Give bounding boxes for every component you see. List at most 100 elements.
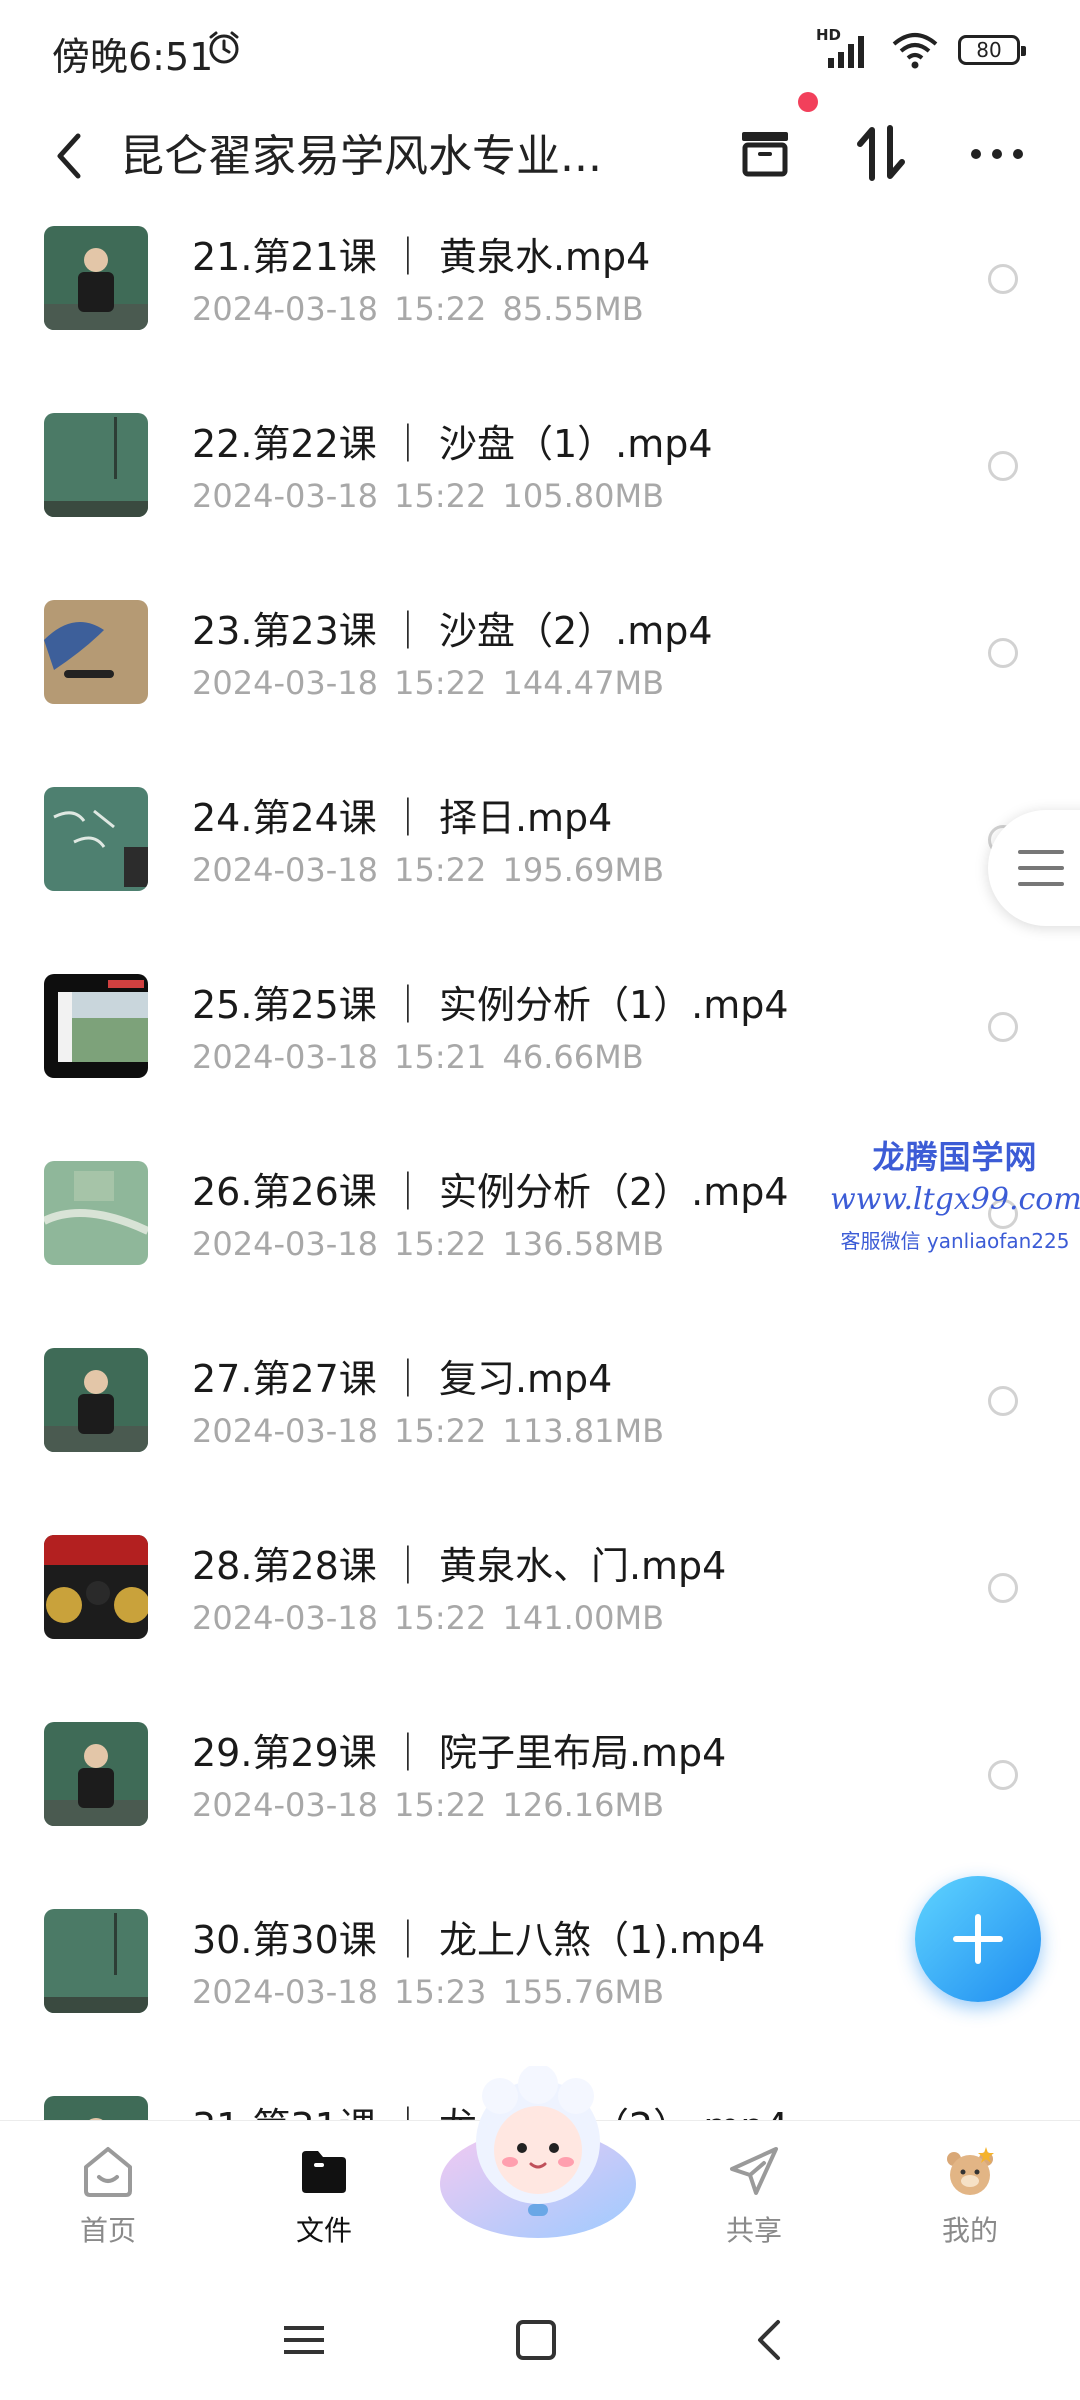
file-meta: 2024-03-18 15:22 126.16MB bbox=[192, 1786, 664, 1824]
file-row[interactable]: 28.第28课 ｜ 黄泉水、门.mp4 2024-03-18 15:22 141.… bbox=[0, 1527, 1080, 1714]
file-row[interactable]: 22.第22课 ｜ 沙盘（1）.mp4 2024-03-18 15:22 105.… bbox=[0, 405, 1080, 592]
select-radio[interactable] bbox=[988, 1573, 1018, 1603]
file-size: 113.81MB bbox=[502, 1412, 665, 1450]
file-name: 28.第28课 ｜ 黄泉水、门.mp4 bbox=[192, 1544, 727, 1588]
file-size: 85.55MB bbox=[502, 290, 644, 328]
video-thumbnail bbox=[44, 226, 148, 330]
back-icon[interactable] bbox=[44, 126, 94, 186]
watermark-contact: 客服微信 yanliaofan225 bbox=[840, 1229, 1070, 1253]
file-row[interactable]: 23.第23课 ｜ 沙盘（2）.mp4 2024-03-18 15:22 144.… bbox=[0, 592, 1080, 779]
file-size: 195.69MB bbox=[502, 851, 665, 889]
file-name: 21.第21课 ｜ 黄泉水.mp4 bbox=[192, 235, 651, 279]
tab-label: 首页 bbox=[79, 2214, 136, 2247]
select-radio[interactable] bbox=[988, 1012, 1018, 1042]
video-thumbnail bbox=[44, 1348, 148, 1452]
file-date: 2024-03-18 bbox=[192, 1973, 378, 2011]
file-size: 141.00MB bbox=[502, 1599, 665, 1637]
file-date: 2024-03-18 bbox=[192, 1786, 378, 1824]
file-size: 105.80MB bbox=[502, 477, 665, 515]
video-thumbnail bbox=[44, 2096, 148, 2120]
file-time: 15:21 bbox=[394, 1038, 487, 1076]
file-row[interactable]: 29.第29课 ｜ 院子里布局.mp4 2024-03-18 15:22 126.… bbox=[0, 1714, 1080, 1901]
watermark-url: www.ltgx99.com bbox=[830, 1182, 1080, 1217]
battery-level: 80 bbox=[976, 38, 1002, 62]
file-time: 15:23 bbox=[394, 1973, 487, 2011]
file-meta: 2024-03-18 15:22 144.47MB bbox=[192, 664, 664, 702]
file-row[interactable]: 21.第21课 ｜ 黄泉水.mp4 2024-03-18 15:22 85.55M… bbox=[0, 218, 1080, 405]
select-radio[interactable] bbox=[988, 1760, 1018, 1790]
select-radio[interactable] bbox=[988, 451, 1018, 481]
watermark: 龙腾国学网 www.ltgx99.com 客服微信 yanliaofan225 bbox=[830, 1132, 1080, 1254]
video-thumbnail bbox=[44, 787, 148, 891]
file-date: 2024-03-18 bbox=[192, 1038, 378, 1076]
file-size: 144.47MB bbox=[502, 664, 665, 702]
back-triangle-icon[interactable] bbox=[740, 2310, 800, 2370]
file-meta: 2024-03-18 15:22 105.80MB bbox=[192, 477, 664, 515]
file-name: 30.第30课 ｜ 龙上八煞（1).mp4 bbox=[192, 1918, 766, 1962]
file-meta: 2024-03-18 15:22 85.55MB bbox=[192, 290, 644, 328]
file-date: 2024-03-18 bbox=[192, 1599, 378, 1637]
tab-share[interactable]: 共享 bbox=[684, 2121, 824, 2261]
file-time: 15:22 bbox=[394, 1225, 487, 1263]
more-icon[interactable] bbox=[962, 118, 1032, 188]
file-name: 25.第25课 ｜ 实例分析（1）.mp4 bbox=[192, 983, 789, 1027]
file-time: 15:22 bbox=[394, 290, 487, 328]
menu-icon[interactable] bbox=[274, 2310, 334, 2370]
tab-files[interactable]: 文件 bbox=[254, 2121, 394, 2261]
file-time: 15:22 bbox=[394, 1599, 487, 1637]
file-size: 126.16MB bbox=[502, 1786, 665, 1824]
video-thumbnail bbox=[44, 1722, 148, 1826]
folder-icon bbox=[302, 2151, 346, 2193]
tab-home[interactable]: 首页 bbox=[38, 2121, 178, 2261]
notification-dot bbox=[798, 92, 818, 112]
file-date: 2024-03-18 bbox=[192, 664, 378, 702]
file-row[interactable]: 25.第25课 ｜ 实例分析（1）.mp4 2024-03-18 15:21 46… bbox=[0, 966, 1080, 1153]
file-meta: 2024-03-18 15:22 136.58MB bbox=[192, 1225, 664, 1263]
battery-icon: 80 bbox=[958, 35, 1026, 65]
file-time: 15:22 bbox=[394, 477, 487, 515]
file-size: 136.58MB bbox=[502, 1225, 665, 1263]
file-date: 2024-03-18 bbox=[192, 1225, 378, 1263]
add-button[interactable] bbox=[915, 1876, 1041, 2002]
mascot-icon[interactable] bbox=[436, 2066, 640, 2244]
video-thumbnail bbox=[44, 974, 148, 1078]
home-square-icon[interactable] bbox=[506, 2310, 566, 2370]
select-radio[interactable] bbox=[988, 638, 1018, 668]
sort-icon[interactable] bbox=[846, 118, 916, 188]
select-radio[interactable] bbox=[988, 1386, 1018, 1416]
file-name: 23.第23课 ｜ 沙盘（2）.mp4 bbox=[192, 609, 713, 653]
file-time: 15:22 bbox=[394, 1412, 487, 1450]
video-thumbnail bbox=[44, 413, 148, 517]
menu-line-icon bbox=[1018, 850, 1064, 854]
wifi-icon bbox=[892, 33, 938, 69]
archive-icon[interactable] bbox=[730, 118, 800, 188]
file-name: 26.第26课 ｜ 实例分析（2）.mp4 bbox=[192, 1170, 789, 1214]
menu-line-icon bbox=[1018, 866, 1064, 870]
video-thumbnail bbox=[44, 1909, 148, 2013]
select-radio[interactable] bbox=[988, 264, 1018, 294]
file-meta: 2024-03-18 15:23 155.76MB bbox=[192, 1973, 664, 2011]
video-thumbnail bbox=[44, 1161, 148, 1265]
system-nav-bar bbox=[0, 2270, 1080, 2400]
file-row[interactable]: 24.第24课 ｜ 择日.mp4 2024-03-18 15:22 195.69M… bbox=[0, 779, 1080, 966]
alarm-icon bbox=[209, 31, 239, 64]
file-size: 155.76MB bbox=[502, 1973, 665, 2011]
bear-avatar-icon bbox=[947, 2147, 994, 2195]
file-size: 46.66MB bbox=[502, 1038, 644, 1076]
file-date: 2024-03-18 bbox=[192, 851, 378, 889]
video-thumbnail bbox=[44, 600, 148, 704]
file-row[interactable]: 27.第27课 ｜ 复习.mp4 2024-03-18 15:22 113.81M… bbox=[0, 1340, 1080, 1527]
file-date: 2024-03-18 bbox=[192, 290, 378, 328]
file-name: 24.第24课 ｜ 择日.mp4 bbox=[192, 796, 613, 840]
page-title: 昆仑翟家易学风水专业... bbox=[120, 131, 602, 182]
tab-label: 文件 bbox=[295, 2214, 352, 2247]
share-icon bbox=[730, 2147, 778, 2195]
tab-label: 共享 bbox=[725, 2214, 782, 2247]
file-time: 15:22 bbox=[394, 851, 487, 889]
tab-label: 我的 bbox=[941, 2214, 998, 2247]
file-date: 2024-03-18 bbox=[192, 1412, 378, 1450]
tab-profile[interactable]: 我的 bbox=[900, 2121, 1040, 2261]
file-name: 27.第27课 ｜ 复习.mp4 bbox=[192, 1357, 613, 1401]
file-time: 15:22 bbox=[394, 1786, 487, 1824]
home-icon bbox=[84, 2147, 132, 2197]
